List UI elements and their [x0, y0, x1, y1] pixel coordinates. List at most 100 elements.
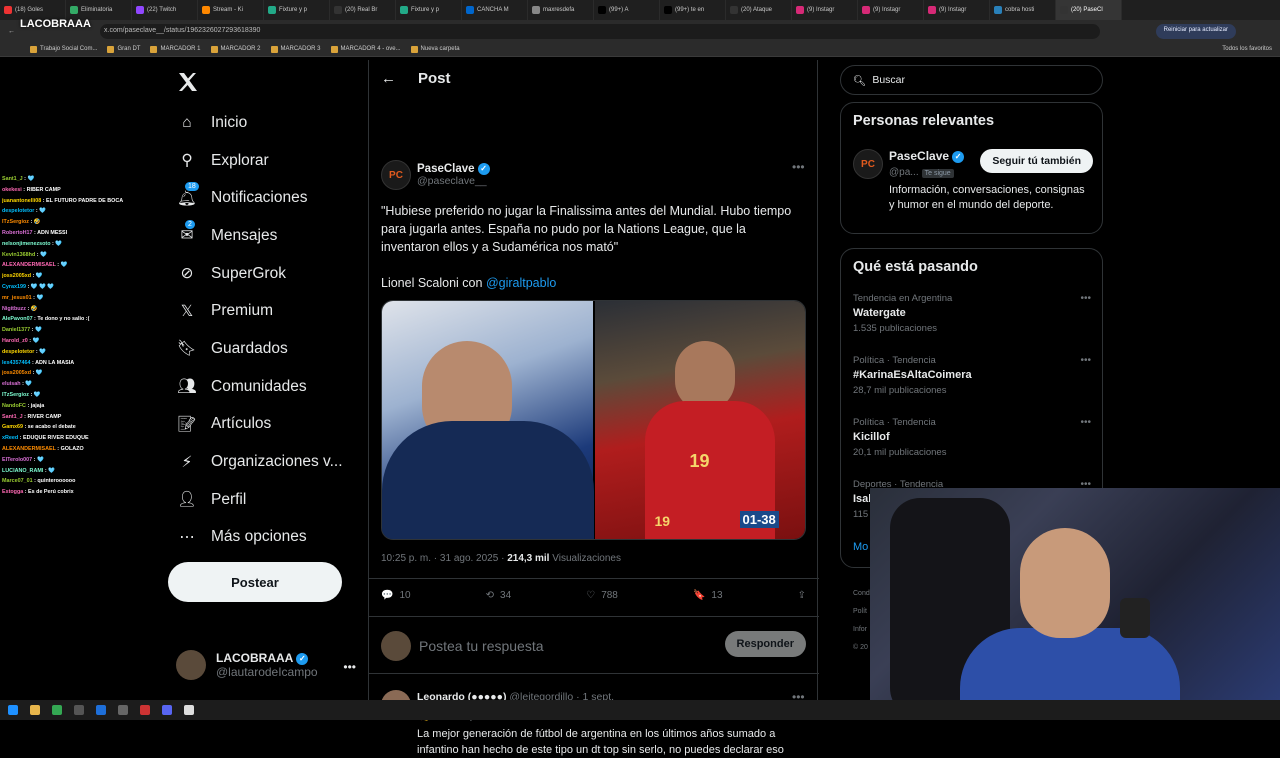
search-input[interactable]: 🔍︎ Buscar	[840, 65, 1103, 95]
post-views: 214,3 mil	[507, 553, 550, 564]
media-image-yamal[interactable]: 19 19 01-38	[594, 301, 805, 539]
bookmark-item[interactable]: Trabajo Social Com...	[30, 45, 97, 53]
sidebar-item-artículos[interactable]: 📝︎ Artículos	[172, 406, 343, 444]
taskbar-app-icon[interactable]	[8, 705, 18, 715]
footer-link[interactable]: Infor	[853, 621, 870, 639]
sidebar-item-inicio[interactable]: ⌂ Inicio	[172, 104, 343, 142]
browser-tab[interactable]: (18) Goles	[0, 0, 66, 20]
relevant-handle[interactable]: @pa...	[889, 167, 919, 178]
tab-favicon-icon	[136, 6, 144, 14]
trend-more-icon[interactable]: •••	[1080, 293, 1091, 304]
post-author[interactable]: PC PaseClave ✓ @paseclave__	[381, 160, 490, 190]
browser-tab[interactable]: maxresdefa	[528, 0, 594, 20]
trend-item[interactable]: Política · Tendencia Kicillof 20,1 mil pub…	[853, 417, 1091, 458]
url-field[interactable]: x.com/paseclave__/status/196232602729361…	[100, 23, 1100, 39]
share-action[interactable]: ⇪	[798, 590, 806, 601]
sidebar-item-comunidades[interactable]: 👥︎ Comunidades	[172, 368, 343, 406]
account-switcher[interactable]: LACOBRAAA ✓ @lautarodeIcampo •••	[176, 650, 356, 680]
author-avatar[interactable]: PC	[381, 160, 411, 190]
browser-tab[interactable]: (9) Instagr	[924, 0, 990, 20]
browser-tab[interactable]: Fixture y p	[264, 0, 330, 20]
bookmark-item[interactable]: MARCADOR 4 - ove...	[330, 45, 401, 53]
media-image-scaloni[interactable]	[382, 301, 594, 539]
all-bookmarks[interactable]: Todos los favoritos	[1222, 46, 1272, 52]
footer-link[interactable]: Cond	[853, 585, 870, 603]
chat-text: : 🩵	[50, 240, 63, 247]
bookmark-item[interactable]: MARCADOR 2	[210, 45, 261, 53]
sidebar-item-más-opciones[interactable]: ⋯ Más opciones	[172, 519, 343, 557]
tab-label: Fixture y p	[279, 7, 308, 13]
footer-link[interactable]: © 20	[853, 639, 870, 657]
browser-tab[interactable]: Stream - Ki	[198, 0, 264, 20]
chat-message: RobertoH17 : ADN MESSI	[2, 228, 152, 239]
board-sign: 01-38	[739, 511, 779, 528]
tab-favicon-icon	[4, 6, 12, 14]
browser-tab[interactable]: Fixture y p	[396, 0, 462, 20]
browser-tab[interactable]: (9) Instagr	[858, 0, 924, 20]
chat-message: ALEXANDERMISAEL : GOLAZO	[2, 444, 152, 455]
browser-tab[interactable]: (22) Twitch	[132, 0, 198, 20]
follow-button[interactable]: Seguir tú también	[980, 149, 1093, 173]
bookmark-item[interactable]: Nueva carpeta	[410, 45, 460, 53]
trend-more-icon[interactable]: •••	[1080, 355, 1091, 366]
post-more-icon[interactable]: •••	[792, 160, 805, 174]
repost-action[interactable]: ⟲ 34	[486, 590, 512, 601]
update-button[interactable]: Reiniciar para actualizar	[1155, 24, 1236, 39]
browser-tab[interactable]: (99+) A	[594, 0, 660, 20]
trend-more-icon[interactable]: •••	[1080, 417, 1091, 428]
browser-tab[interactable]: (20) PaseCl	[1056, 0, 1122, 20]
bookmark-item[interactable]: MARCADOR 3	[270, 45, 321, 53]
footer-link[interactable]: Polít	[853, 603, 870, 621]
taskbar-app-icon[interactable]	[162, 705, 172, 715]
author-name[interactable]: PaseClave	[417, 163, 475, 175]
author-handle[interactable]: @paseclave__	[417, 175, 490, 187]
sidebar-item-explorar[interactable]: ⚲ Explorar	[172, 142, 343, 180]
browser-tab[interactable]: CANCHA M	[462, 0, 528, 20]
post-media[interactable]: 19 19 01-38	[381, 300, 806, 540]
taskbar-app-icon[interactable]	[96, 705, 106, 715]
sidebar-item-supergrok[interactable]: ⊘ SuperGrok	[172, 255, 343, 293]
like-action[interactable]: ♡ 788	[586, 590, 618, 601]
more-icon[interactable]: •••	[343, 660, 356, 674]
sidebar-item-premium[interactable]: 𝕏 Premium	[172, 292, 343, 330]
sidebar-item-mensajes[interactable]: ✉ 2 Mensajes	[172, 217, 343, 255]
back-arrow-icon[interactable]: ←	[381, 70, 396, 87]
browser-tab[interactable]: Eliminatoria	[66, 0, 132, 20]
taskbar-app-icon[interactable]	[118, 705, 128, 715]
reply-action[interactable]: 💬 10	[381, 590, 411, 601]
taskbar-app-icon[interactable]	[184, 705, 194, 715]
taskbar-app-icon[interactable]	[30, 705, 40, 715]
reply-input[interactable]: Postea tu respuesta	[419, 638, 544, 654]
browser-tab[interactable]: (99+) te en	[660, 0, 726, 20]
chat-message: Harold_z0 : 🩵	[2, 336, 152, 347]
browser-tab[interactable]: (20) Real Br	[330, 0, 396, 20]
x-logo-icon[interactable]	[176, 70, 200, 94]
taskbar-app-icon[interactable]	[52, 705, 62, 715]
show-more-link[interactable]: Mo	[853, 541, 868, 553]
heart-icon: ♡	[586, 590, 596, 601]
post-button[interactable]: Postear	[168, 562, 342, 602]
bookmark-icon: 🔖	[692, 590, 706, 601]
sidebar-item-perfil[interactable]: 👤︎ Perfil	[172, 481, 343, 519]
sidebar-item-organizaciones-v[interactable]: ⚡︎ Organizaciones v...	[172, 443, 343, 481]
taskbar-app-icon[interactable]	[74, 705, 84, 715]
chat-username: Kevin1368hd	[2, 251, 36, 258]
bookmark-item[interactable]: Gran DT	[107, 45, 140, 53]
browser-tab[interactable]: (20) Ataque	[726, 0, 792, 20]
taskbar-app-icon[interactable]	[140, 705, 150, 715]
sidebar-item-guardados[interactable]: 🔖︎ Guardados	[172, 330, 343, 368]
trend-item[interactable]: Política · Tendencia #KarinaEsAltaCoimera…	[853, 355, 1091, 396]
reply-button[interactable]: Responder	[724, 631, 806, 657]
back-icon[interactable]: ←	[8, 28, 15, 35]
tab-favicon-icon	[532, 6, 540, 14]
browser-tab[interactable]: cobra hosti	[990, 0, 1056, 20]
bookmark-item[interactable]: MARCADOR 1	[150, 45, 201, 53]
sidebar-item-notificaciones[interactable]: 🔔︎ 18 Notificaciones	[172, 179, 343, 217]
relevant-name[interactable]: PaseClave	[889, 149, 949, 163]
bookmark-action[interactable]: 🔖 13	[693, 590, 723, 601]
browser-tab[interactable]: (9) Instagr	[792, 0, 858, 20]
relevant-avatar[interactable]: PC	[853, 149, 883, 179]
chat-message: xReed : EDUQUE RIVER EDUQUE	[2, 433, 152, 444]
trend-item[interactable]: Tendencia en Argentina Watergate 1.535 pub…	[853, 293, 1091, 334]
mention-link[interactable]: @giraltpablo	[486, 276, 556, 290]
